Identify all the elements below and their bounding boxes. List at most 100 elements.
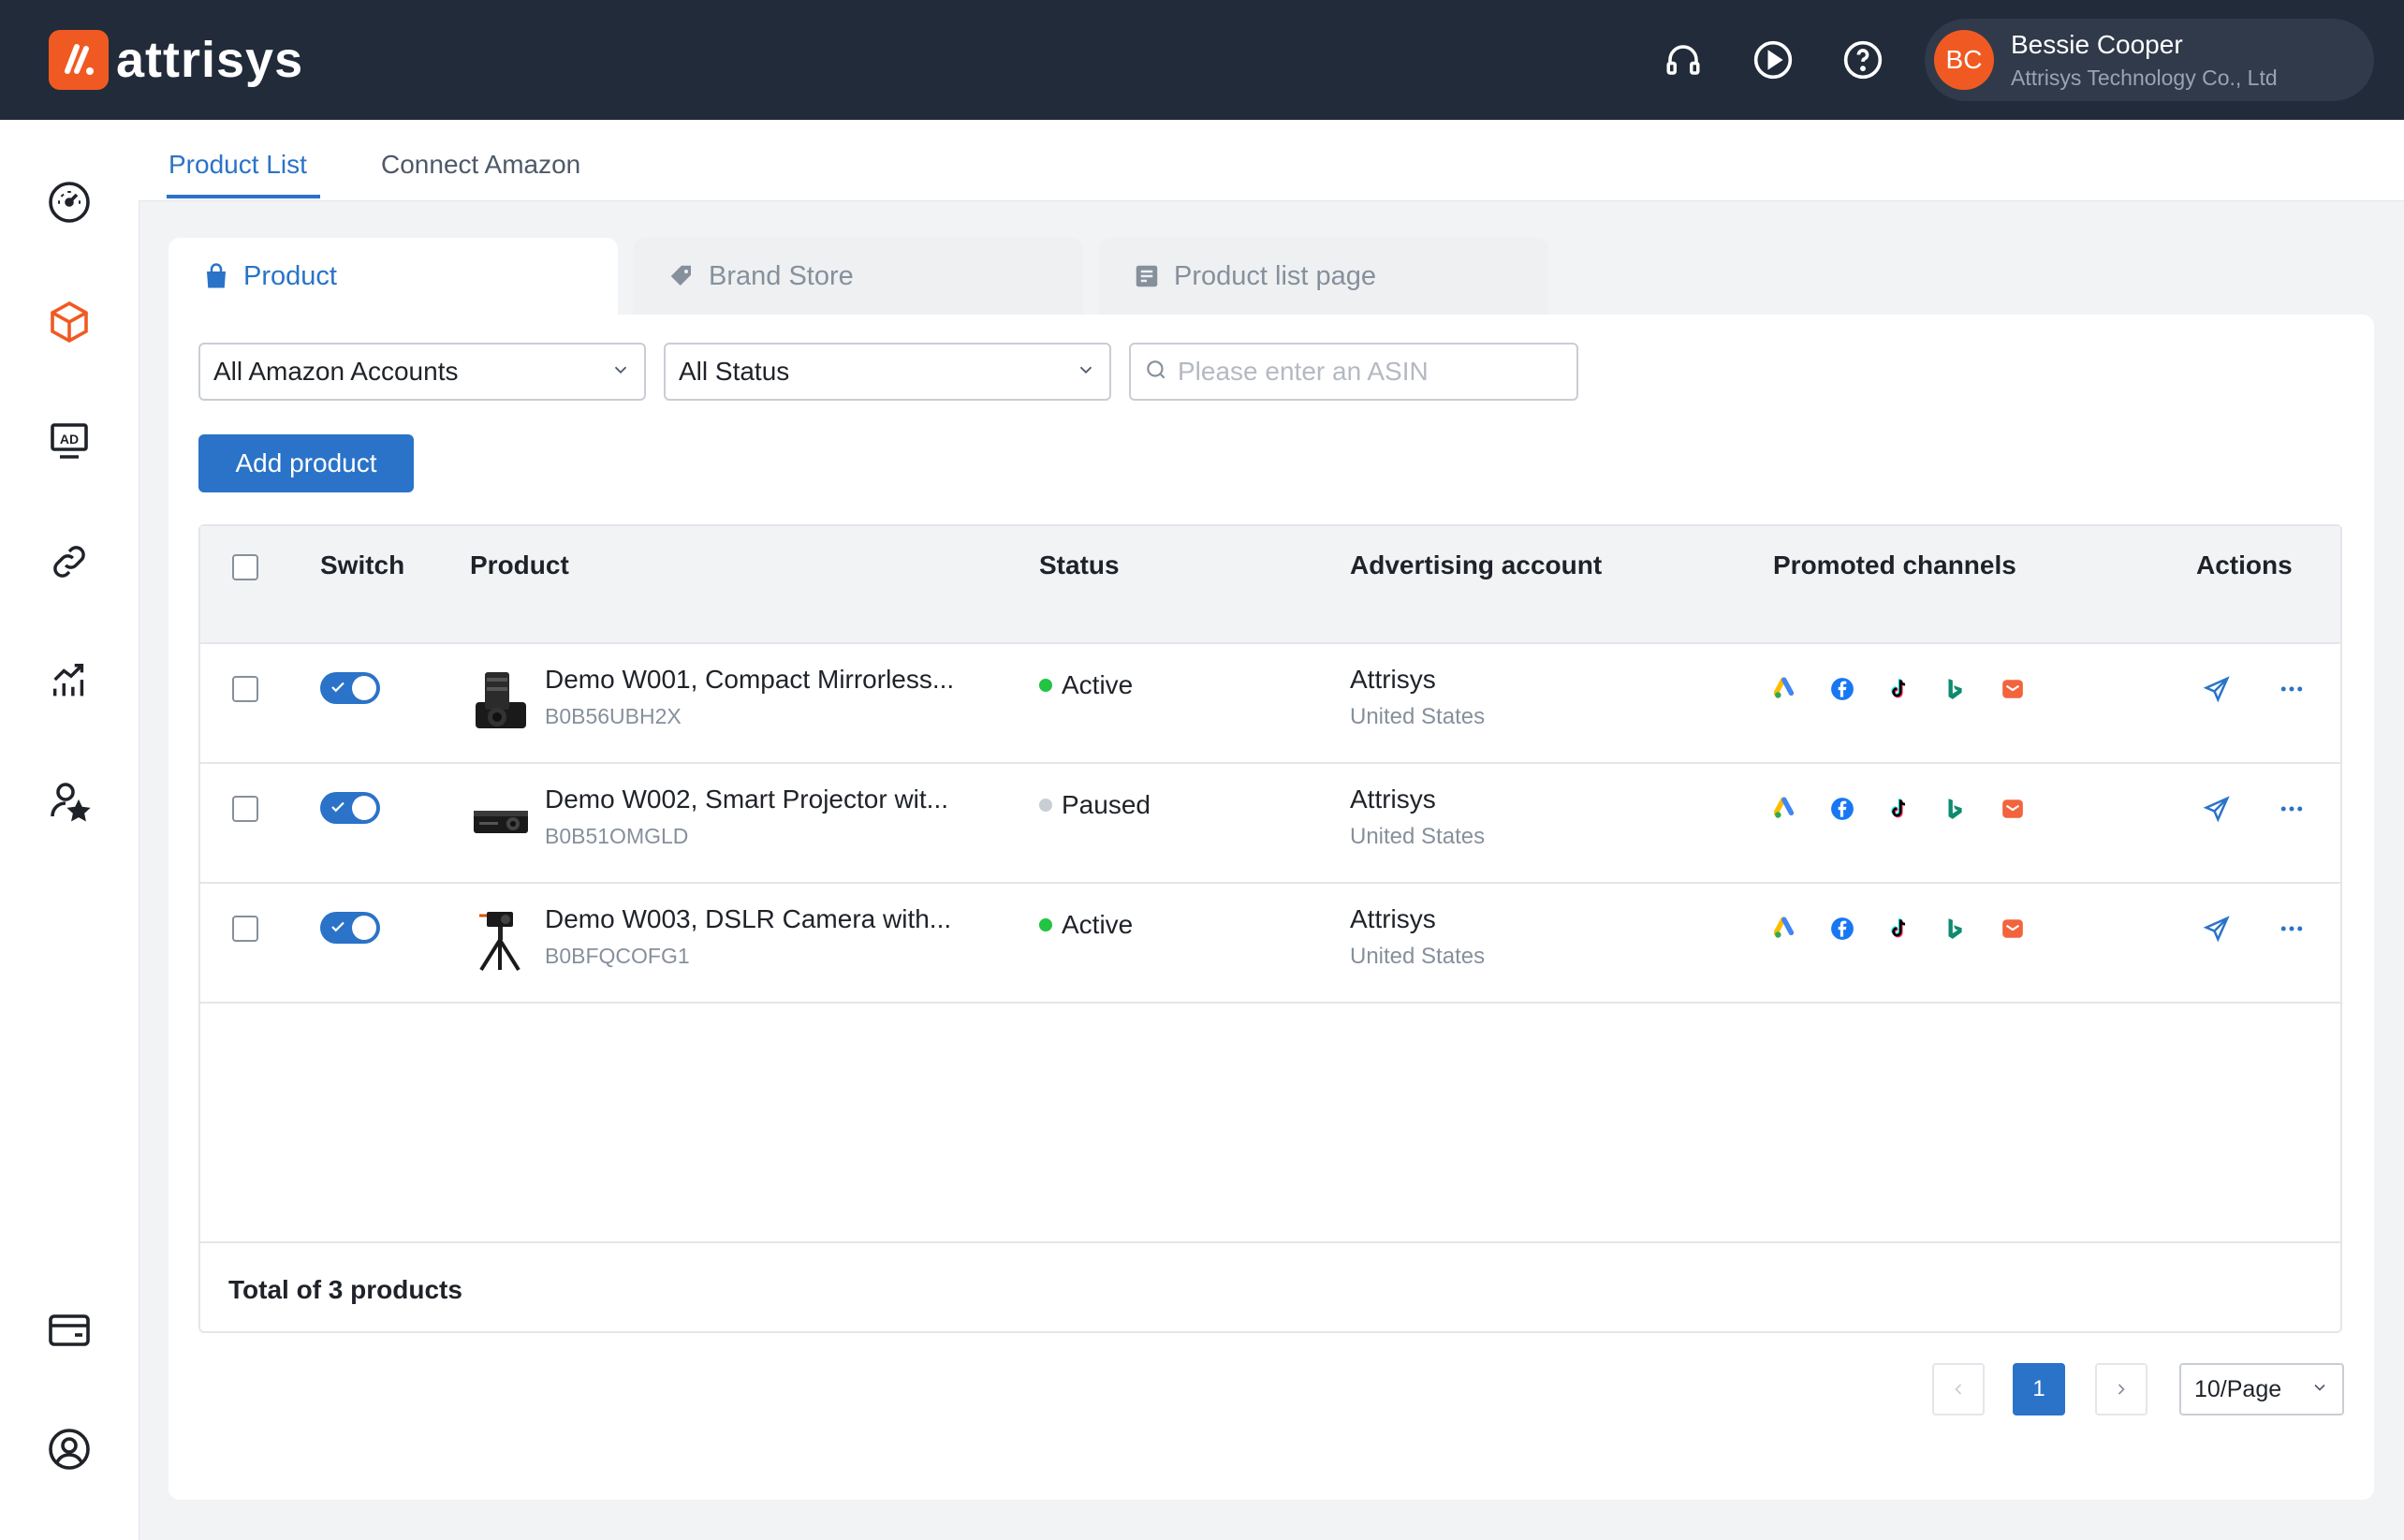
svg-text:AD: AD: [60, 432, 79, 447]
category-tab-label: Product: [243, 260, 337, 291]
product-switch-toggle[interactable]: [320, 792, 380, 824]
select-all-checkbox[interactable]: [232, 554, 258, 580]
next-page-button[interactable]: [2095, 1363, 2147, 1415]
account-select-value: All Amazon Accounts: [213, 357, 459, 386]
ad-icon[interactable]: AD: [43, 416, 95, 468]
category-tab-label: Brand Store: [709, 260, 854, 291]
header-promoted-channels: Promoted channels: [1773, 550, 2016, 579]
tab-product-list[interactable]: Product List: [169, 150, 307, 180]
table-row: Demo W001, Compact Mirrorless... B0B56UB…: [200, 644, 2340, 764]
row-checkbox[interactable]: [232, 676, 258, 702]
send-icon[interactable]: [2202, 794, 2232, 824]
table-header: Switch Product Status Advertising accoun…: [200, 526, 2340, 644]
sidebar: AD: [0, 120, 139, 1540]
user-org: Attrisys Technology Co., Ltd: [2011, 66, 2278, 90]
row-checkbox[interactable]: [232, 796, 258, 822]
asin-search[interactable]: [1129, 343, 1578, 401]
tiktok-icon: [1885, 676, 1912, 702]
facebook-icon: [1829, 676, 1855, 702]
status-text: Paused: [1062, 790, 1151, 819]
tiktok-icon: [1885, 916, 1912, 942]
play-icon[interactable]: [1751, 37, 1796, 82]
category-tab-label: Product list page: [1174, 260, 1377, 291]
product-image-tripod-camera: [472, 908, 530, 972]
header-advertising-account: Advertising account: [1350, 550, 1603, 579]
category-tab-brand-store[interactable]: Brand Store: [634, 238, 1083, 315]
analytics-icon[interactable]: [43, 655, 95, 708]
add-product-button[interactable]: Add product: [198, 434, 414, 492]
dashboard-icon[interactable]: [43, 176, 95, 228]
more-icon[interactable]: [2277, 914, 2307, 944]
product-switch-toggle[interactable]: [320, 672, 380, 704]
status-dot: [1039, 799, 1052, 812]
wallet-icon[interactable]: [43, 1303, 95, 1356]
product-box-icon[interactable]: [43, 296, 95, 348]
product-name[interactable]: Demo W001, Compact Mirrorless...: [545, 665, 954, 695]
logo[interactable]: attrisys: [49, 30, 303, 90]
email-icon: [2000, 676, 2026, 702]
product-image-camera: [472, 668, 530, 732]
search-input[interactable]: [1176, 356, 1554, 388]
account-icon[interactable]: [43, 1423, 95, 1475]
status-select[interactable]: All Status: [664, 343, 1111, 401]
product-asin: B0B56UBH2X: [545, 704, 682, 728]
product-image-projector: [472, 788, 530, 852]
status-text: Active: [1062, 910, 1134, 939]
link-icon[interactable]: [43, 535, 95, 588]
help-icon[interactable]: [1840, 37, 1885, 82]
status-dot: [1039, 679, 1052, 692]
table-footer: Total of 3 products: [200, 1241, 2340, 1333]
account-name: Attrisys: [1350, 665, 1436, 694]
email-icon: [2000, 796, 2026, 822]
row-checkbox[interactable]: [232, 916, 258, 942]
account-select[interactable]: All Amazon Accounts: [198, 343, 646, 401]
product-name[interactable]: Demo W002, Smart Projector wit...: [545, 785, 948, 814]
page-size-value: 10/Page: [2194, 1375, 2282, 1402]
category-tab-product-list-page[interactable]: Product list page: [1099, 238, 1548, 315]
product-name[interactable]: Demo W003, DSLR Camera with...: [545, 904, 951, 934]
page-button-current[interactable]: 1: [2013, 1363, 2065, 1415]
status-badge: Active: [1039, 910, 1133, 940]
header-actions: Actions: [2196, 550, 2293, 579]
bing-icon: [1942, 676, 1968, 702]
top-bar: attrisys BC Bessie Cooper Attrisys Techn…: [0, 0, 2404, 120]
document-icon: [1133, 262, 1161, 290]
tab-connect-amazon[interactable]: Connect Amazon: [381, 150, 580, 180]
product-switch-toggle[interactable]: [320, 912, 380, 944]
page-size-select[interactable]: 10/Page: [2179, 1363, 2344, 1415]
tiktok-icon: [1885, 796, 1912, 822]
facebook-icon: [1829, 916, 1855, 942]
bing-icon: [1942, 916, 1968, 942]
send-icon[interactable]: [2202, 674, 2232, 704]
more-icon[interactable]: [2277, 674, 2307, 704]
chevron-left-icon: [1955, 1384, 1962, 1395]
user-star-icon[interactable]: [43, 775, 95, 828]
category-tab-product[interactable]: Product: [169, 238, 618, 315]
top-tabs: Product List Connect Amazon: [139, 120, 2404, 201]
user-name: Bessie Cooper: [2011, 30, 2183, 59]
logo-mark-icon: [49, 30, 109, 90]
user-menu[interactable]: BC Bessie Cooper Attrisys Technology Co.…: [1925, 19, 2374, 101]
more-icon[interactable]: [2277, 794, 2307, 824]
avatar: BC: [1934, 30, 1994, 90]
account-country: United States: [1350, 824, 1486, 849]
chevron-down-icon: [1076, 357, 1096, 387]
account-country: United States: [1350, 944, 1486, 969]
facebook-icon: [1829, 796, 1855, 822]
google-ads-icon: [1773, 676, 1799, 702]
table-row: Demo W003, DSLR Camera with... B0BFQCOFG…: [200, 884, 2340, 1004]
prev-page-button[interactable]: [1932, 1363, 1985, 1415]
headset-icon[interactable]: [1661, 37, 1706, 82]
header-switch: Switch: [320, 550, 405, 579]
email-icon: [2000, 916, 2026, 942]
status-text: Active: [1062, 670, 1134, 699]
chevron-down-icon: [2310, 1376, 2329, 1403]
account-country: United States: [1350, 704, 1486, 729]
status-dot: [1039, 918, 1052, 931]
tag-icon: [667, 262, 696, 290]
send-icon[interactable]: [2202, 914, 2232, 944]
logo-text: attrisys: [116, 32, 304, 88]
account-name: Attrisys: [1350, 785, 1436, 814]
header-product: Product: [470, 550, 569, 579]
product-table: Switch Product Status Advertising accoun…: [198, 524, 2342, 1333]
